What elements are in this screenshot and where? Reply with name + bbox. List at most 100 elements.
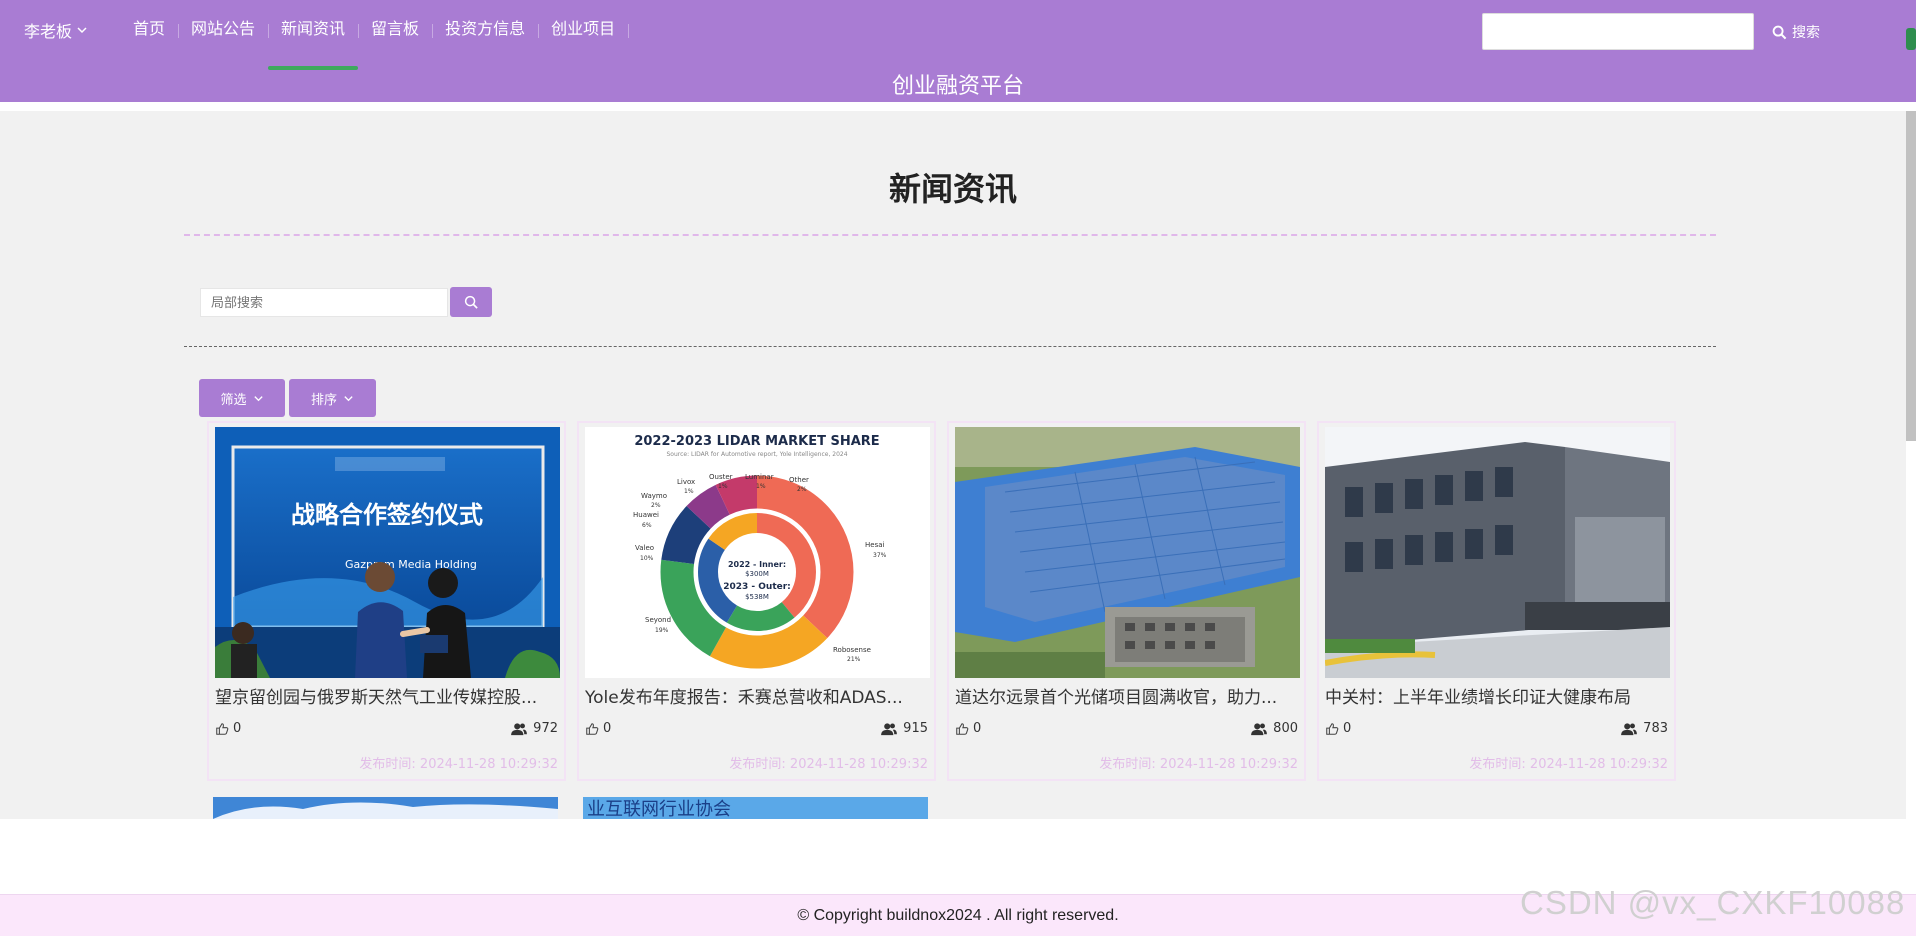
svg-text:21%: 21% [847, 656, 861, 663]
news-card[interactable]: 中关村：上半年业绩增长印证大健康布局 0 783 发布时间: 2024-11-2… [1317, 421, 1676, 781]
building-sky-image [213, 797, 558, 819]
filter-button[interactable]: 筛选 [199, 379, 285, 417]
users-icon [511, 722, 528, 735]
solar-roof-image [955, 427, 1300, 678]
svg-text:Seyond: Seyond [645, 616, 671, 624]
like-count: 0 [1343, 721, 1352, 736]
svg-text:2%: 2% [797, 486, 807, 493]
svg-text:1%: 1% [756, 483, 766, 490]
nav-startup-projects[interactable]: 创业项目 [538, 0, 628, 70]
like-button[interactable]: 0 [215, 721, 241, 736]
svg-text:Hesai: Hesai [865, 541, 885, 549]
svg-text:10%: 10% [640, 555, 654, 562]
svg-text:Valeo: Valeo [635, 544, 654, 552]
nav-message-board[interactable]: 留言板 [358, 0, 432, 70]
svg-text:6%: 6% [642, 522, 652, 529]
view-count-value: 972 [533, 721, 558, 736]
local-search-input[interactable] [200, 288, 448, 317]
top-search-button[interactable]: 搜索 [1772, 22, 1820, 42]
svg-text:Luminar: Luminar [745, 473, 774, 481]
user-menu[interactable]: 李老板 [24, 18, 88, 42]
nav-home-label: 首页 [133, 19, 166, 38]
svg-text:业互联网行业协会: 业互联网行业协会 [587, 799, 731, 819]
lidar-market-share-image: 2022-2023 LIDAR MARKET SHARE Source: LID… [585, 427, 930, 678]
nav-news-label: 新闻资讯 [281, 19, 346, 38]
news-card-image-lidar-market-share[interactable]: 2022-2023 LIDAR MARKET SHARE Source: LID… [585, 427, 930, 678]
like-button[interactable]: 0 [955, 721, 981, 736]
main-nav: 首页 网站公告 新闻资讯 留言板 投资方信息 创业项目 [120, 0, 630, 70]
svg-text:Robosense: Robosense [833, 646, 871, 654]
news-card-image-solar-roof[interactable] [955, 427, 1300, 678]
main-content: 新闻资讯 筛选 排序 战略合作签约仪式 Gaz [0, 111, 1906, 819]
thumbs-up-icon [216, 722, 229, 735]
svg-text:战略合作签约仪式: 战略合作签约仪式 [291, 501, 483, 529]
publish-date: 发布时间: 2024-11-28 10:29:32 [729, 757, 928, 772]
news-card-image-factory-building[interactable] [1325, 427, 1670, 678]
sort-button[interactable]: 排序 [289, 379, 376, 417]
news-card-image-building-sky[interactable] [213, 797, 558, 819]
svg-text:2022-2023 LIDAR MARKET SHARE: 2022-2023 LIDAR MARKET SHARE [634, 434, 879, 449]
chevron-down-icon [77, 27, 87, 34]
nav-message-board-label: 留言板 [371, 19, 420, 38]
svg-text:19%: 19% [655, 627, 669, 634]
top-search-input[interactable] [1482, 13, 1754, 50]
news-card-title[interactable]: 道达尔远景首个光储项目圆满收官，助力... [955, 683, 1300, 708]
publish-date: 发布时间: 2024-11-28 10:29:32 [1469, 757, 1668, 772]
news-card[interactable]: 战略合作签约仪式 Gazprom Media Holding 望京留创园与俄罗斯… [207, 421, 566, 781]
site-title: 创业融资平台 [891, 74, 1024, 99]
news-card-image-signing-ceremony[interactable]: 战略合作签约仪式 Gazprom Media Holding [215, 427, 560, 678]
factory-building-image [1325, 427, 1670, 678]
page-title: 新闻资讯 [888, 170, 1017, 208]
nav-news[interactable]: 新闻资讯 [268, 0, 359, 70]
news-card[interactable]: 道达尔远景首个光储项目圆满收官，助力... 0 800 发布时间: 2024-1… [947, 421, 1306, 781]
news-card-title[interactable]: Yole发布年度报告：禾赛总营收和ADAS... [585, 683, 930, 708]
svg-text:Gazprom Media Holding: Gazprom Media Holding [345, 558, 477, 571]
nav-announcements[interactable]: 网站公告 [178, 0, 268, 70]
chevron-down-icon [253, 395, 263, 401]
view-count-value: 915 [903, 721, 928, 736]
svg-text:1%: 1% [718, 483, 728, 490]
nav-investors[interactable]: 投资方信息 [432, 0, 538, 70]
svg-text:Huawei: Huawei [633, 511, 659, 519]
users-icon [1251, 722, 1268, 735]
user-name: 李老板 [24, 22, 73, 41]
svg-text:37%: 37% [873, 552, 887, 559]
filter-label: 筛选 [220, 392, 247, 408]
svg-text:2023 - Outer:: 2023 - Outer: [723, 582, 791, 592]
title-divider [184, 234, 1716, 236]
banner-image: 业互联网行业协会 [583, 797, 928, 819]
local-search-button[interactable] [450, 287, 492, 317]
nav-announcements-label: 网站公告 [191, 19, 256, 38]
view-count: 800 [1250, 721, 1298, 736]
search-icon [464, 295, 478, 309]
search-divider [184, 346, 1716, 347]
publish-date: 发布时间: 2024-11-28 10:29:32 [359, 757, 558, 772]
like-button[interactable]: 0 [1325, 721, 1351, 736]
svg-text:Livox: Livox [677, 478, 695, 486]
news-card[interactable]: 2022-2023 LIDAR MARKET SHARE Source: LID… [577, 421, 936, 781]
view-count-value: 800 [1273, 721, 1298, 736]
like-count: 0 [603, 721, 612, 736]
svg-text:Other: Other [789, 476, 809, 484]
thumbs-up-icon [956, 722, 969, 735]
svg-text:Waymo: Waymo [641, 492, 667, 500]
svg-text:1%: 1% [684, 488, 694, 495]
thumbs-up-icon [1326, 722, 1339, 735]
news-card-title[interactable]: 望京留创园与俄罗斯天然气工业传媒控股... [215, 683, 560, 708]
nav-home[interactable]: 首页 [120, 0, 178, 70]
view-count: 783 [1620, 721, 1668, 736]
news-card-image-banner[interactable]: 业互联网行业协会 [583, 797, 928, 819]
like-button[interactable]: 0 [585, 721, 611, 736]
search-icon [1772, 25, 1787, 39]
sort-label: 排序 [310, 392, 337, 408]
news-card-title[interactable]: 中关村：上半年业绩增长印证大健康布局 [1325, 683, 1670, 708]
view-count-value: 783 [1643, 721, 1668, 736]
users-icon [881, 722, 898, 735]
page-scrollbar[interactable] [1906, 111, 1916, 441]
header-scroll-indicator [1906, 28, 1916, 50]
view-count: 972 [510, 721, 558, 736]
svg-text:$300M: $300M [745, 570, 769, 578]
svg-text:$538M: $538M [745, 593, 769, 601]
nav-divider [628, 24, 630, 38]
view-count: 915 [880, 721, 928, 736]
